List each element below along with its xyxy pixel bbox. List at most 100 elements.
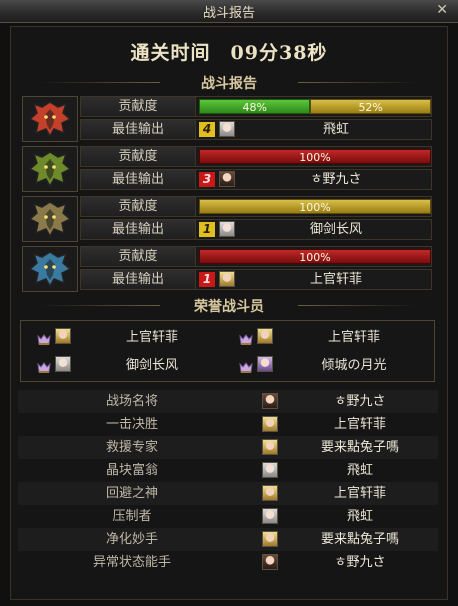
- award-row: 异常状态能手 ㅎ野九さ: [18, 551, 438, 574]
- honor-member-name: 上官轩菲: [327, 330, 380, 345]
- avatar: [219, 171, 235, 187]
- award-title: 异常状态能手: [92, 555, 171, 570]
- awards-list: 战场名将 ㅎ野九さ 一击决胜 上官轩菲 救援专家 要来點兔子嗎 晶块富翁 飛虹 回避之神 上官轩菲…: [18, 390, 438, 574]
- team-row: 贡献度 100% 最佳输出 1 上官轩菲: [22, 246, 434, 292]
- award-title: 回避之神: [105, 486, 158, 501]
- rank-badge: 1: [199, 222, 215, 237]
- award-row: 战场名将 ㅎ野九さ: [18, 390, 438, 413]
- contribution-bar: 100%: [199, 149, 431, 164]
- avatar: [262, 531, 278, 547]
- section-title-honor: 荣誉战斗员: [194, 299, 264, 315]
- contribution-row: 贡献度 48% 52%: [80, 96, 432, 117]
- contribution-label: 贡献度: [81, 197, 196, 216]
- award-title: 战场名将: [105, 394, 158, 409]
- contribution-segment: 100%: [199, 249, 431, 264]
- avatar: [262, 462, 278, 478]
- gold-dragon-emblem-icon: [22, 196, 78, 242]
- contribution-row: 贡献度 100%: [80, 246, 432, 267]
- contribution-segment: 48%: [199, 99, 311, 114]
- avatar: [219, 221, 235, 237]
- honor-member: 倾城の月光: [229, 353, 434, 379]
- avatar: [219, 121, 235, 137]
- best-player-name: 飛虹: [322, 122, 349, 137]
- award-player-name: ㅎ野九さ: [334, 394, 386, 409]
- best-output-row: 最佳输出 4 飛虹: [80, 119, 432, 140]
- award-player-name: ㅎ野九さ: [334, 555, 386, 570]
- best-player-name: 上官轩菲: [309, 272, 362, 287]
- best-output-label: 最佳输出: [81, 270, 196, 289]
- rank-badge: 1: [199, 272, 215, 287]
- award-title: 救援专家: [105, 440, 158, 455]
- rank-badge: 3: [199, 172, 215, 187]
- honor-member-name: 御剑长风: [125, 358, 178, 373]
- award-row: 救援专家 要来點兔子嗎: [18, 436, 438, 459]
- best-output-row: 最佳输出 1 御剑长风: [80, 219, 432, 240]
- contribution-label: 贡献度: [81, 247, 196, 266]
- avatar: [262, 393, 278, 409]
- best-output-row: 最佳输出 3 ㅎ野九さ: [80, 169, 432, 190]
- award-title: 一击决胜: [105, 417, 158, 432]
- avatar: [262, 416, 278, 432]
- team-row: 贡献度 100% 最佳输出 1 御剑长风: [22, 196, 434, 242]
- section-title-report: 战斗报告: [201, 76, 257, 92]
- honor-member: 上官轩菲: [229, 325, 434, 351]
- team-row: 贡献度 100% 最佳输出 3 ㅎ野九さ: [22, 146, 434, 192]
- section-header-honor: 荣誉战斗员: [20, 296, 438, 315]
- best-player-name: 御剑长风: [309, 222, 362, 237]
- avatar: [55, 328, 71, 344]
- avatar: [219, 271, 235, 287]
- avatar: [262, 508, 278, 524]
- award-player-name: 上官轩菲: [333, 417, 386, 432]
- award-player-name: 飛虹: [346, 509, 373, 524]
- avatar: [257, 328, 273, 344]
- award-row: 净化妙手 要来點兔子嗎: [18, 528, 438, 551]
- honor-panel: 上官轩菲 上官轩菲御剑长风 倾城の月光: [20, 320, 435, 382]
- contribution-segment: 52%: [310, 99, 431, 114]
- contribution-segment: 100%: [199, 149, 431, 164]
- honor-medal-icon: [239, 359, 253, 373]
- contribution-bar: 48% 52%: [199, 99, 431, 114]
- award-row: 一击决胜 上官轩菲: [18, 413, 438, 436]
- close-icon[interactable]: ✕: [436, 2, 448, 18]
- award-player-name: 飛虹: [346, 463, 373, 478]
- contribution-segment: 100%: [199, 199, 431, 214]
- award-player-name: 要来點兔子嗎: [320, 440, 399, 455]
- rank-badge: 4: [199, 122, 215, 137]
- award-row: 压制者 飛虹: [18, 505, 438, 528]
- contribution-label: 贡献度: [81, 147, 196, 166]
- best-output-label: 最佳输出: [81, 120, 196, 139]
- team-row: 贡献度 48% 52% 最佳输出 4 飛虹: [22, 96, 434, 142]
- honor-member: 上官轩菲: [27, 325, 232, 351]
- award-player-name: 要来點兔子嗎: [320, 532, 399, 547]
- contribution-bar: 100%: [199, 199, 431, 214]
- red-dragon-emblem-icon: [22, 96, 78, 142]
- best-output-row: 最佳输出 1 上官轩菲: [80, 269, 432, 290]
- avatar: [262, 485, 278, 501]
- contribution-label: 贡献度: [81, 97, 196, 116]
- honor-member: 御剑长风: [27, 353, 232, 379]
- contribution-row: 贡献度 100%: [80, 196, 432, 217]
- contribution-bar: 100%: [199, 249, 431, 264]
- honor-medal-icon: [37, 331, 51, 345]
- honor-medal-icon: [239, 331, 253, 345]
- honor-medal-icon: [37, 359, 51, 373]
- avatar: [55, 356, 71, 372]
- blue-dragon-emblem-icon: [22, 246, 78, 292]
- avatar: [262, 554, 278, 570]
- contribution-row: 贡献度 100%: [80, 146, 432, 167]
- award-title: 压制者: [112, 509, 152, 524]
- award-title: 晶块富翁: [105, 463, 158, 478]
- best-player-name: ㅎ野九さ: [310, 172, 362, 187]
- best-output-label: 最佳输出: [81, 220, 196, 239]
- title-bar: 战斗报告 ✕: [0, 0, 458, 23]
- award-title: 净化妙手: [105, 532, 158, 547]
- award-player-name: 上官轩菲: [333, 486, 386, 501]
- section-header-report: 战斗报告: [20, 73, 438, 92]
- avatar: [262, 439, 278, 455]
- honor-member-name: 上官轩菲: [125, 330, 178, 345]
- clear-time: 通关时间 09分38秒: [130, 42, 328, 64]
- best-output-label: 最佳输出: [81, 170, 196, 189]
- window-title: 战斗报告: [202, 6, 255, 21]
- honor-member-name: 倾城の月光: [321, 358, 387, 373]
- award-row: 晶块富翁 飛虹: [18, 459, 438, 482]
